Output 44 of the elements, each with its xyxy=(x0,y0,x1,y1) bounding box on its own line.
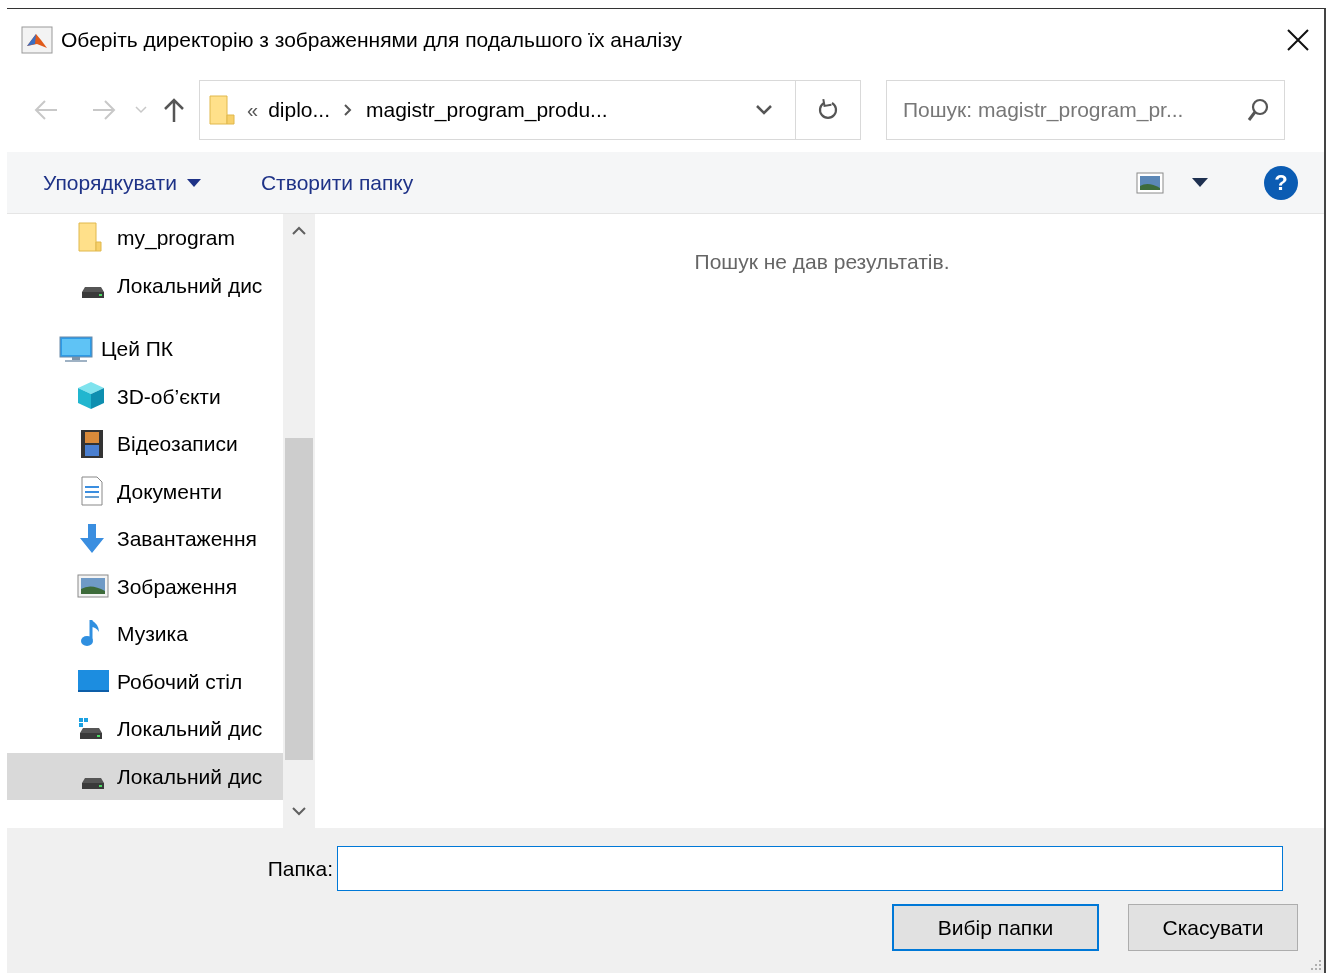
new-folder-button[interactable]: Створити папку xyxy=(260,166,414,199)
organize-menu[interactable]: Упорядкувати xyxy=(41,166,203,199)
window-title: Оберіть директорію з зображеннями для подальшого їх аналізу xyxy=(61,27,683,54)
search-icon xyxy=(1247,98,1269,122)
tree-item[interactable]: Локальний дис xyxy=(7,261,283,309)
folder-field[interactable] xyxy=(337,846,1283,891)
drive-icon xyxy=(81,777,105,790)
caret-icon[interactable] xyxy=(1192,178,1208,187)
view-icon[interactable] xyxy=(1136,171,1164,194)
tree-item[interactable]: Локальний дис xyxy=(7,705,283,753)
tree-item[interactable]: Локальний дис xyxy=(7,752,283,800)
refresh-icon xyxy=(817,98,839,122)
folder-label: Папка: xyxy=(266,855,334,882)
tree-item[interactable]: Робочий стіл xyxy=(7,657,283,705)
scroll-down-icon[interactable] xyxy=(291,806,307,816)
tree-item[interactable]: Відеозаписи xyxy=(7,420,283,468)
tree-item[interactable]: Зображення xyxy=(7,562,283,610)
tree-item[interactable]: 3D-об’єкти xyxy=(7,372,283,420)
help-button[interactable]: ? xyxy=(1264,165,1298,200)
app-icon xyxy=(21,26,53,54)
close-icon xyxy=(1286,28,1310,52)
address-bar[interactable]: « diplo... magistr_program_produ... xyxy=(199,80,861,140)
overflow-chevron[interactable]: « xyxy=(247,95,259,125)
search-field[interactable]: Пошук: magistr_program_pr... xyxy=(886,80,1285,140)
chevron-right-icon[interactable] xyxy=(344,104,352,116)
resize-grip-icon[interactable] xyxy=(1310,959,1322,971)
caret-icon xyxy=(186,178,201,187)
drive-icon xyxy=(81,286,105,299)
up-arrow-icon[interactable] xyxy=(163,97,185,123)
tree-item[interactable]: my_program xyxy=(7,214,283,262)
breadcrumb[interactable]: magistr_program_produ... xyxy=(366,94,608,126)
tree-item[interactable]: Музика xyxy=(7,610,283,658)
folder-icon xyxy=(209,95,235,125)
scroll-thumb[interactable] xyxy=(285,438,313,760)
chevron-down-icon[interactable] xyxy=(755,104,773,116)
tree-item[interactable]: Завантаження xyxy=(7,515,283,563)
tree-item[interactable]: Цей ПК xyxy=(7,325,283,373)
dialog-button[interactable]: Скасувати xyxy=(1128,904,1298,951)
scrollbar[interactable] xyxy=(283,214,315,828)
empty-message: Пошук не дав результатів. xyxy=(694,249,950,274)
dialog-button[interactable]: Вибір папки xyxy=(892,904,1099,951)
tree-item[interactable]: Документи xyxy=(7,467,283,515)
breadcrumb[interactable]: diplo... xyxy=(268,94,330,126)
scroll-up-icon[interactable] xyxy=(291,226,307,236)
